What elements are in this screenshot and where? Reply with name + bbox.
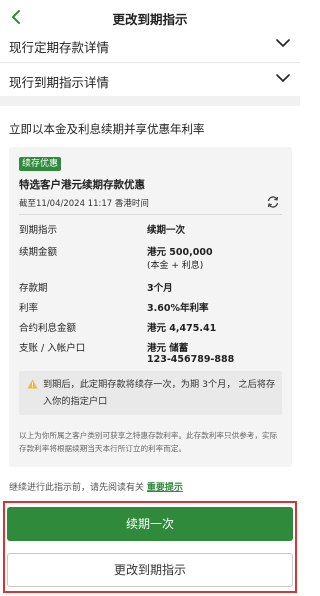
detail-subvalue: (本金 + 利息) <box>147 261 204 271</box>
detail-key: 到期指示 <box>19 225 58 236</box>
detail-key: 合约利息金额 <box>19 323 77 334</box>
detail-key: 存款期 <box>19 283 48 294</box>
offer-card: 续存优惠 特选客户港元续期存款优惠 截至11/04/2024 11:17 香港时… <box>9 147 292 467</box>
important-notice-text: 继续进行此指示前，请先阅读有关 <box>9 483 145 493</box>
detail-value: 港元 500,000 <box>147 247 213 258</box>
important-notice-prompt: 继续进行此指示前，请先阅读有关 重要提示 <box>9 480 183 493</box>
accordion-current-maturity-instruction-details[interactable]: 现行到期指示详情 <box>0 62 300 96</box>
account-number: 123-456789-888 <box>147 354 235 365</box>
chevron-down-icon <box>276 39 290 48</box>
accordion-label: 现行到期指示详情 <box>9 75 110 90</box>
detail-value: 3个月 <box>147 283 173 294</box>
detail-key: 支账 / 入帐户口 <box>19 343 86 354</box>
maturity-notice: 到期后，此定期存款将续存一次，为期 3个月， 之后将存入你的指定户口 <box>19 371 282 415</box>
offer-title: 特选客户港元续期存款优惠 <box>19 179 145 191</box>
detail-value: 港元 4,475.41 <box>147 323 217 334</box>
detail-value: 港元 储蓄 <box>147 343 189 354</box>
renewal-offer-badge: 续存优惠 <box>19 157 62 171</box>
accordion-label: 现行定期存款详情 <box>9 40 110 55</box>
divider <box>19 214 282 215</box>
change-maturity-instruction-button[interactable]: 更改到期指示 <box>7 553 293 587</box>
chevron-down-icon <box>276 74 290 83</box>
detail-key: 利率 <box>19 303 39 314</box>
detail-key: 续期金额 <box>19 247 58 258</box>
renew-once-button[interactable]: 续期一次 <box>7 507 293 541</box>
rate-timestamp: 截至11/04/2024 11:17 香港时间 <box>19 199 149 209</box>
detail-value: 续期一次 <box>147 225 186 236</box>
section-separator <box>0 96 300 106</box>
rate-disclaimer: 以上为你所属之客户类别可获享之特惠存款利率。此存款利率只供参考，实际存款利率将根… <box>19 431 278 453</box>
promo-heading: 立即以本金及利息续期并享优惠年利率 <box>9 122 205 136</box>
detail-value: 3.60%年利率 <box>147 303 209 314</box>
important-notice-link[interactable]: 重要提示 <box>147 483 183 493</box>
notice-text: 到期后，此定期存款将续存一次，为期 3个月， 之后将存入你的指定户口 <box>43 379 276 407</box>
warning-icon <box>27 379 38 389</box>
refresh-icon[interactable] <box>266 195 280 209</box>
accordion-current-deposit-details[interactable]: 现行定期存款详情 <box>0 28 300 62</box>
page-title: 更改到期指示 <box>112 12 188 27</box>
